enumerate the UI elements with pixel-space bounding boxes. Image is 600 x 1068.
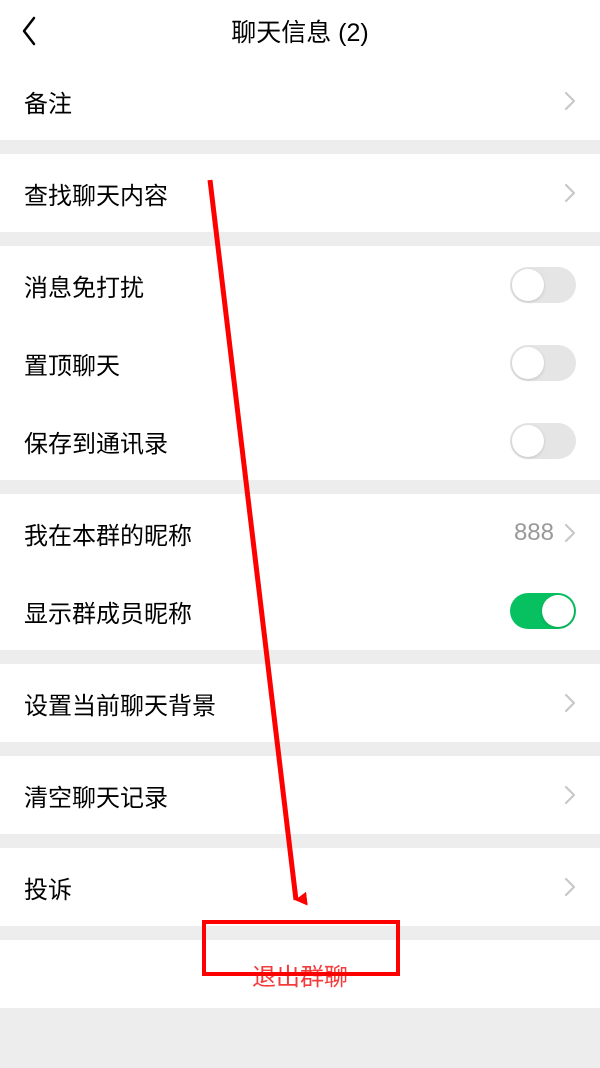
row-label: 保存到通讯录 xyxy=(24,424,168,459)
row-complaint[interactable]: 投诉 xyxy=(0,848,600,926)
chevron-right-icon xyxy=(564,877,576,897)
quit-label: 退出群聊 xyxy=(252,957,348,992)
row-label: 消息免打扰 xyxy=(24,268,144,303)
chevron-right-icon xyxy=(564,785,576,805)
row-label: 设置当前聊天背景 xyxy=(24,686,216,721)
row-chat-background[interactable]: 设置当前聊天背景 xyxy=(0,664,600,742)
toggle-knob xyxy=(512,425,544,457)
row-label: 显示群成员昵称 xyxy=(24,594,192,629)
row-value: 888 xyxy=(514,519,554,547)
chevron-right-icon xyxy=(564,183,576,203)
row-remark[interactable]: 备注 xyxy=(0,62,600,140)
row-label: 查找聊天内容 xyxy=(24,176,168,211)
toggle-pin[interactable] xyxy=(510,345,576,381)
row-show-member-nick: 显示群成员昵称 xyxy=(0,572,600,650)
back-icon[interactable] xyxy=(20,16,38,46)
row-pin: 置顶聊天 xyxy=(0,324,600,402)
toggle-save-contacts[interactable] xyxy=(510,423,576,459)
toggle-knob xyxy=(512,269,544,301)
toggle-knob xyxy=(512,347,544,379)
chevron-right-icon xyxy=(564,91,576,111)
row-label: 置顶聊天 xyxy=(24,346,120,381)
row-my-nickname[interactable]: 我在本群的昵称 888 xyxy=(0,494,600,572)
row-label: 清空聊天记录 xyxy=(24,778,168,813)
chevron-right-icon xyxy=(564,693,576,713)
row-save-contacts: 保存到通讯录 xyxy=(0,402,600,480)
header: 聊天信息 (2) xyxy=(0,0,600,62)
page-title: 聊天信息 (2) xyxy=(231,13,369,49)
row-search-chat[interactable]: 查找聊天内容 xyxy=(0,154,600,232)
toggle-knob xyxy=(542,595,574,627)
row-label: 我在本群的昵称 xyxy=(24,516,192,551)
row-quit-group[interactable]: 退出群聊 xyxy=(0,940,600,1008)
row-clear-history[interactable]: 清空聊天记录 xyxy=(0,756,600,834)
row-label: 备注 xyxy=(24,84,72,119)
row-mute: 消息免打扰 xyxy=(0,246,600,324)
toggle-show-member-nick[interactable] xyxy=(510,593,576,629)
toggle-mute[interactable] xyxy=(510,267,576,303)
row-label: 投诉 xyxy=(24,870,72,905)
chevron-right-icon xyxy=(564,523,576,543)
